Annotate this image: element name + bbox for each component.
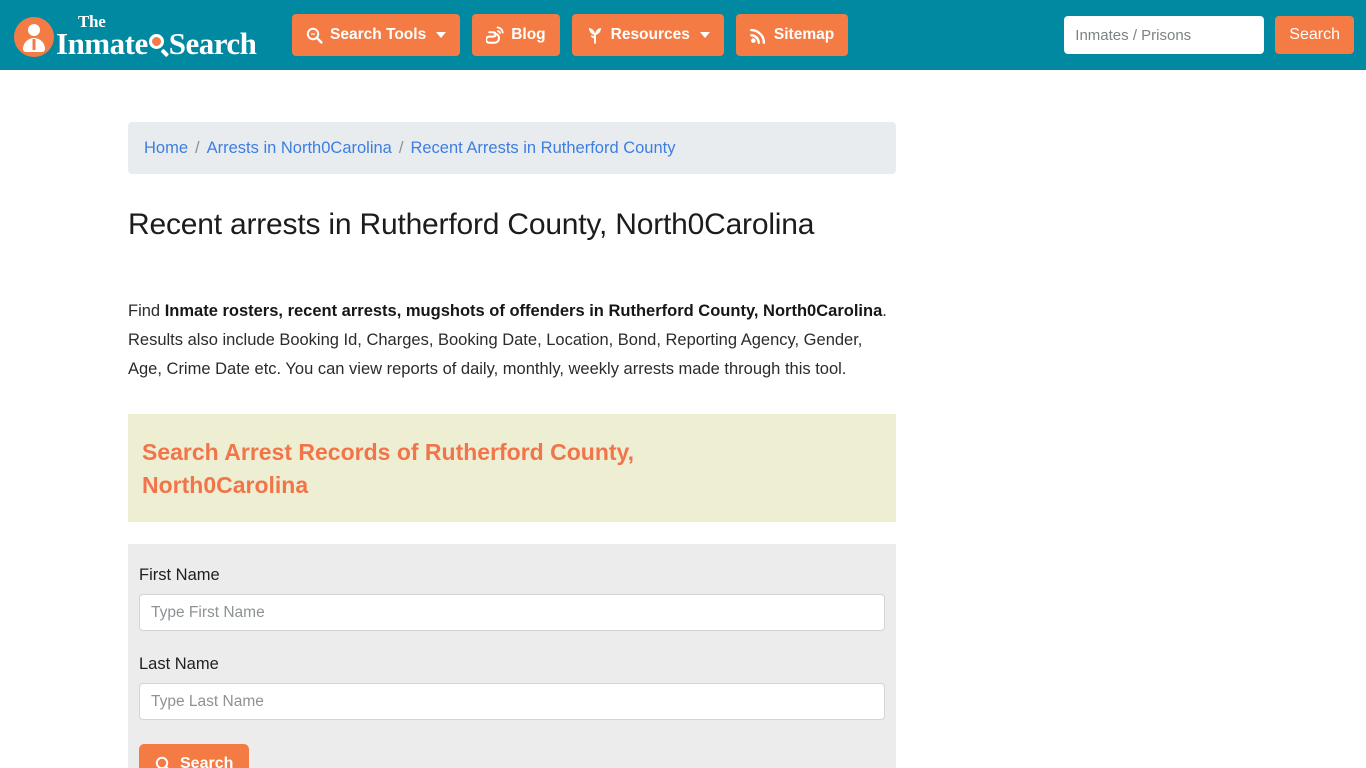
nav-sitemap-label: Sitemap — [773, 26, 835, 43]
intro-lead: Find — [128, 302, 165, 320]
site-logo[interactable]: The Inmate Search — [14, 13, 257, 61]
nav-resources-label: Resources — [610, 26, 690, 43]
nav-search-tools-label: Search Tools — [330, 26, 427, 43]
chevron-down-icon — [699, 32, 710, 38]
rss-icon — [749, 27, 767, 44]
header-search-input[interactable] — [1064, 16, 1265, 54]
form-search-button[interactable]: Search — [139, 744, 250, 768]
person-icon — [14, 17, 54, 57]
breadcrumb: Home / Arrests in North0Carolina / Recen… — [128, 122, 896, 174]
chevron-down-icon — [436, 32, 447, 38]
intro-bold: Inmate rosters, recent arrests, mugshots… — [164, 302, 883, 320]
intro-paragraph: Find Inmate rosters, recent arrests, mug… — [128, 297, 888, 384]
leaf-icon — [586, 26, 604, 44]
search-records-heading: Search Arrest Records of Rutherford Coun… — [142, 439, 635, 498]
primary-nav: Search Tools Blog Resources Sitemap — [292, 14, 849, 56]
first-name-input[interactable] — [139, 594, 885, 631]
site-header: The Inmate Search Search Tools Blog Reso… — [0, 0, 1366, 70]
breadcrumb-separator: / — [398, 138, 404, 157]
content-container: Home / Arrests in North0Carolina / Recen… — [128, 122, 896, 768]
first-name-label: First Name — [139, 566, 220, 584]
nav-resources-button[interactable]: Resources — [571, 14, 724, 56]
arrest-search-form: First Name Last Name Search — [128, 544, 896, 768]
page-content: Home / Arrests in North0Carolina / Recen… — [0, 122, 1366, 768]
header-search-button[interactable]: Search — [1275, 16, 1354, 54]
nav-sitemap-button[interactable]: Sitemap — [735, 14, 849, 56]
header-search-form: Search — [1064, 16, 1354, 54]
nav-blog-label: Blog — [511, 26, 546, 43]
nav-blog-button[interactable]: Blog — [472, 14, 560, 56]
breadcrumb-item-current[interactable]: Recent Arrests in Rutherford County — [410, 139, 675, 158]
breadcrumb-separator: / — [195, 138, 200, 157]
last-name-input[interactable] — [139, 683, 885, 720]
last-name-label: Last Name — [139, 655, 219, 673]
logo-main-text: Inmate Search — [56, 26, 257, 61]
logo-search-text: Search — [168, 26, 257, 61]
breadcrumb-item-home[interactable]: Home — [144, 139, 188, 158]
magnifier-icon — [155, 756, 172, 768]
logo-wordmark: The Inmate Search — [56, 13, 257, 61]
page-title: Recent arrests in Rutherford County, Nor… — [128, 208, 815, 241]
logo-inmate-text: Inmate — [56, 26, 148, 61]
search-records-banner: Search Arrest Records of Rutherford Coun… — [128, 414, 896, 522]
nav-search-tools-button[interactable]: Search Tools — [292, 14, 461, 56]
blogger-icon — [486, 26, 504, 44]
breadcrumb-item-state[interactable]: Arrests in North0Carolina — [207, 139, 392, 158]
magnifier-icon — [148, 34, 169, 57]
form-search-label: Search — [180, 755, 234, 768]
magnifier-icon — [306, 27, 323, 44]
